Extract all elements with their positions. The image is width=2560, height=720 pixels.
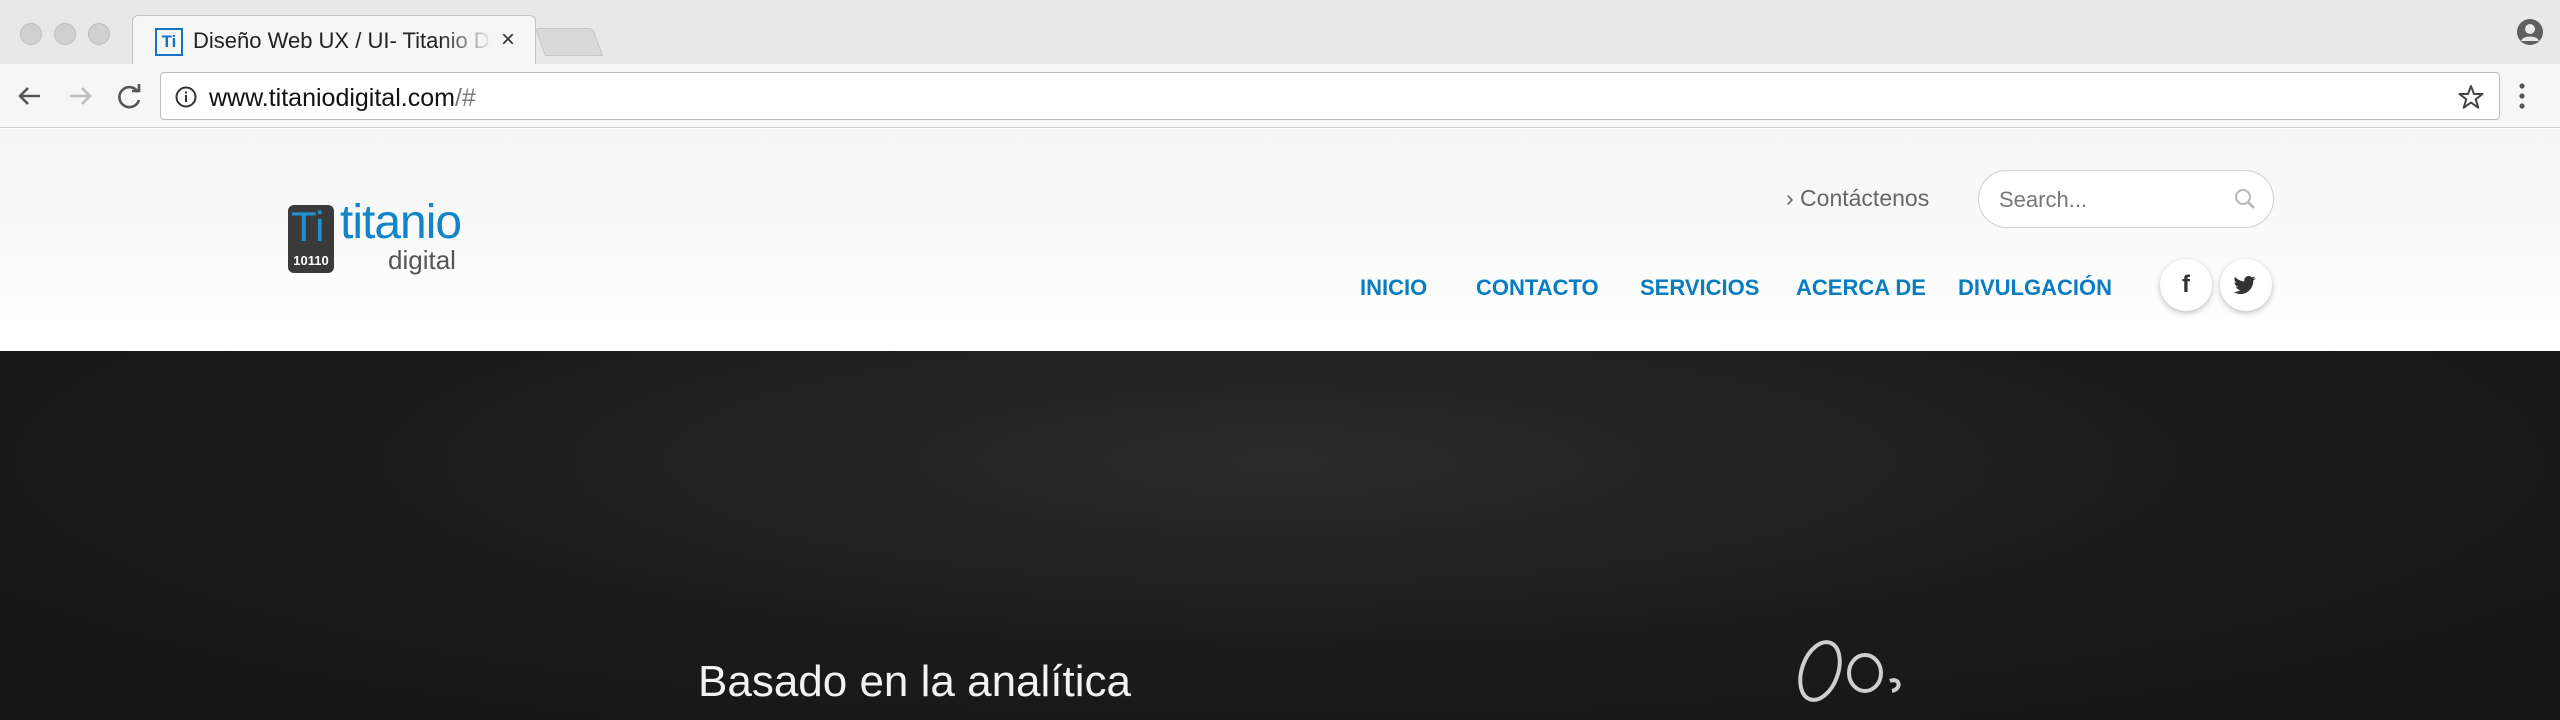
chalk-drawing-decoration — [1798, 640, 1901, 702]
window-close-button[interactable] — [20, 23, 42, 45]
window-minimize-button[interactable] — [54, 23, 76, 45]
url-path: /# — [454, 84, 476, 112]
browser-toolbar: www.titaniodigital.com/# — [0, 64, 2560, 128]
reload-icon[interactable] — [112, 78, 148, 114]
logo-mark-binary: 10110 — [293, 253, 329, 268]
hero-headline: Basado en la analítica — [698, 657, 1131, 706]
browser-tab-active[interactable]: Ti Diseño Web UX / UI- Titanio Digital × — [132, 15, 536, 65]
logo-mark-letters: Ti — [291, 203, 325, 250]
twitter-bird-icon — [2233, 276, 2256, 294]
logo-wordmark: titanio — [340, 196, 462, 249]
nav-item-acerca-de[interactable]: ACERCA DE — [1796, 275, 1926, 301]
window-zoom-button[interactable] — [88, 23, 110, 45]
twitter-button[interactable] — [2220, 259, 2272, 311]
info-icon[interactable] — [175, 86, 197, 108]
search-box — [1978, 170, 2274, 228]
contact-link[interactable]: › Contáctenos — [1786, 185, 1929, 212]
kebab-menu-icon[interactable] — [2512, 80, 2532, 112]
facebook-button[interactable]: f — [2160, 259, 2212, 311]
search-icon[interactable] — [2233, 187, 2257, 211]
star-icon[interactable] — [2457, 83, 2485, 111]
nav-item-servicios[interactable]: SERVICIOS — [1640, 275, 1759, 301]
forward-arrow-icon[interactable] — [62, 78, 98, 114]
url-text: www.titaniodigital.com/# — [209, 84, 476, 112]
nav-item-divulgacion[interactable]: DIVULGACIÓN — [1958, 275, 2112, 301]
site-favicon-icon: Ti — [155, 28, 183, 56]
logo-mark: Ti 10110 — [288, 203, 334, 273]
site-header: Ti 10110 titanio digital › Contáctenos I… — [0, 129, 2560, 351]
profile-icon[interactable] — [2516, 18, 2544, 46]
nav-item-inicio[interactable]: INICIO — [1360, 275, 1427, 301]
url-host: www.titaniodigital.com — [209, 84, 455, 112]
new-tab-button[interactable] — [534, 28, 604, 56]
facebook-icon: f — [2182, 271, 2190, 298]
browser-tab-strip: Ti Diseño Web UX / UI- Titanio Digital × — [0, 0, 2560, 65]
hero-banner: Basado en la analítica — [0, 351, 2560, 720]
nav-item-contacto[interactable]: CONTACTO — [1476, 275, 1599, 301]
logo-subtitle: digital — [388, 245, 456, 275]
site-logo[interactable]: Ti 10110 titanio digital — [288, 196, 488, 281]
address-bar[interactable]: www.titaniodigital.com/# — [160, 72, 2500, 120]
back-arrow-icon[interactable] — [12, 78, 48, 114]
tab-title: Diseño Web UX / UI- Titanio Digital — [193, 28, 493, 53]
tab-close-icon[interactable]: × — [501, 26, 515, 54]
search-input[interactable] — [1999, 185, 2219, 215]
